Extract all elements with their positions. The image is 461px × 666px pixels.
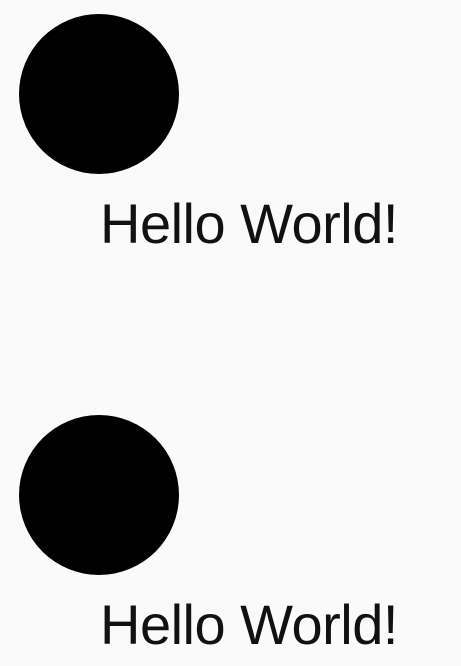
circle-image-1 xyxy=(19,14,179,174)
hello-text-2: Hello World! xyxy=(100,593,398,656)
hello-text-1: Hello World! xyxy=(100,192,398,255)
circle-image-2 xyxy=(19,415,179,575)
